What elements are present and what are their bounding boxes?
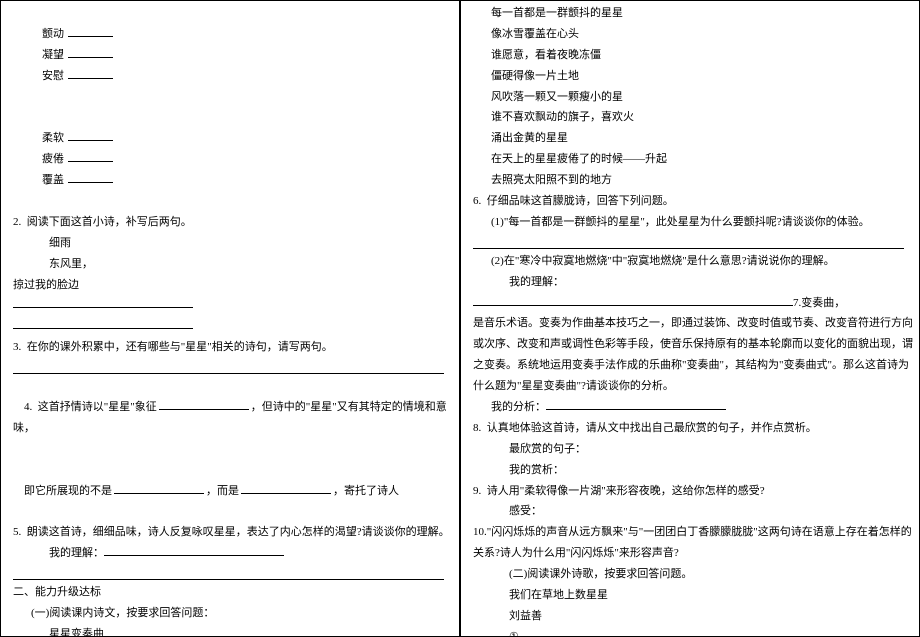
question-5: 5. 朗读这首诗，细细品味，诗人反复咏叹星星，表达了内心怎样的渴望?请谈谈你的理… — [13, 522, 453, 543]
poem-line: 在天上的星星疲倦了的时候——升起 — [473, 149, 913, 170]
answer-prompt: 我的分析： — [473, 397, 913, 418]
question-4-cont: 即它所展现的不是，而是，寄托了诗人 — [13, 460, 453, 523]
poem2-title: 我们在草地上数星星 — [473, 585, 913, 606]
blank[interactable] — [104, 544, 284, 556]
answer-blank[interactable] — [13, 316, 453, 337]
blank[interactable] — [473, 294, 793, 306]
word: 疲倦 — [42, 153, 64, 165]
word: 柔软 — [42, 132, 64, 144]
question-6-1: (1)"每一首都是一群颤抖的星星"，此处星星为什么要颤抖呢?请谈谈你的体验。 — [473, 212, 913, 233]
answer-prompt: 最欣赏的句子： — [473, 439, 913, 460]
answer-blank[interactable] — [473, 235, 904, 249]
answer-blank[interactable] — [13, 566, 444, 580]
left-column: 颤动 凝望 安慰 柔软 疲倦 覆盖 2. 阅读下面这首小诗，补写后两句。 细雨 … — [0, 0, 460, 637]
word: 安慰 — [42, 70, 64, 82]
blank[interactable] — [241, 482, 331, 494]
subsection-1: (一)阅读课内诗文，按要求回答问题： — [13, 603, 453, 624]
question-3: 3. 在你的课外积累中，还有哪些与"星星"相关的诗句，请写两句。 — [13, 337, 453, 358]
poem-line: 每一首都是一群颤抖的星星 — [473, 3, 913, 24]
poem-line: 去照亮太阳照不到的地方 — [473, 170, 913, 191]
poem2-author: 刘益善 — [473, 606, 913, 627]
blank[interactable] — [68, 171, 113, 183]
blank[interactable] — [68, 150, 113, 162]
section-2-header: 二、能力升级达标 — [13, 582, 453, 603]
poem-line: ① — [473, 627, 913, 637]
blank[interactable] — [68, 46, 113, 58]
poem-line: 细雨 — [13, 233, 453, 254]
question-4: 4. 这首抒情诗以"星星"象征，但诗中的"星星"又有其特定的情境和意味， — [13, 376, 453, 460]
answer-blank[interactable] — [13, 360, 444, 374]
vocab-row-2: 柔软 疲倦 覆盖 — [13, 107, 453, 211]
question-10: 10."闪闪烁烁的声音从远方飘来"与"一团团白丁香朦朦胧胧"这两句诗在语意上存在… — [473, 522, 913, 564]
blank[interactable] — [68, 67, 113, 79]
answer-blank[interactable] — [13, 295, 453, 316]
poem-line: 风吹落一颗又一颗瘦小的星 — [473, 87, 913, 108]
poem-line: 谁不喜欢飘动的旗子，喜欢火 — [473, 107, 913, 128]
question-2: 2. 阅读下面这首小诗，补写后两句。 — [13, 212, 453, 233]
poem-title: 星星变奏曲 — [13, 624, 453, 637]
blank[interactable] — [114, 482, 204, 494]
answer-and-q7: 7.变奏曲， — [473, 293, 913, 314]
right-column: 每一首都是一群颤抖的星星 像冰雪覆盖在心头 谁愿意，看着夜晚冻僵 僵硬得像一片土… — [460, 0, 920, 637]
word: 凝望 — [42, 49, 64, 61]
answer-prompt: 感受： — [473, 501, 913, 522]
question-9: 9. 诗人用"柔软得像一片湖"来形容夜晚，这给你怎样的感受? — [473, 481, 913, 502]
blank[interactable] — [68, 25, 113, 37]
word: 覆盖 — [42, 174, 64, 186]
answer-prompt: 我的理解： — [473, 272, 913, 293]
poem-line: 像冰雪覆盖在心头 — [473, 24, 913, 45]
subsection-2: (二)阅读课外诗歌，按要求回答问题。 — [473, 564, 913, 585]
poem-line: 涌出金黄的星星 — [473, 128, 913, 149]
question-6: 6. 仔细品味这首朦胧诗，回答下列问题。 — [473, 191, 913, 212]
blank[interactable] — [159, 398, 249, 410]
question-7-body: 是音乐术语。变奏为作曲基本技巧之一，即通过装饰、改变时值或节奏、改变音符进行方向… — [473, 313, 913, 397]
poem-line: 僵硬得像一片土地 — [473, 66, 913, 87]
poem-line: 东风里， — [13, 254, 453, 275]
blank[interactable] — [68, 129, 113, 141]
poem-line: 掠过我的脸边 — [13, 275, 453, 296]
vocab-row-1: 颤动 凝望 安慰 — [13, 3, 453, 107]
answer-prompt: 我的赏析： — [473, 460, 913, 481]
poem-line: 谁愿意，看着夜晚冻僵 — [473, 45, 913, 66]
answer-prompt: 我的理解： — [13, 543, 453, 564]
question-6-2: (2)在"寒冷中寂寞地燃烧"中"寂寞地燃烧"是什么意思?请说说你的理解。 — [473, 251, 913, 272]
question-8: 8. 认真地体验这首诗，请从文中找出自己最欣赏的句子，并作点赏析。 — [473, 418, 913, 439]
word: 颤动 — [42, 28, 64, 40]
blank[interactable] — [546, 398, 726, 410]
